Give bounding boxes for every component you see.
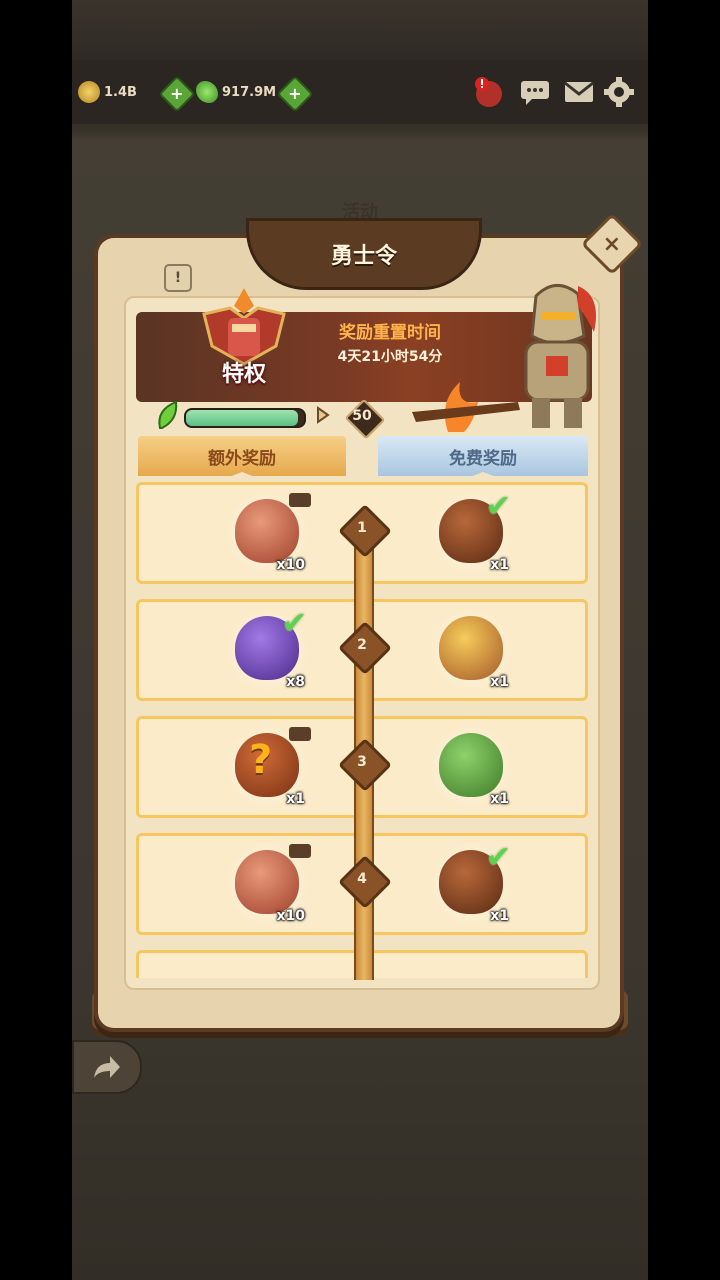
- gem-amount: 917.9M: [222, 84, 277, 100]
- level-node-number: 3: [357, 754, 367, 770]
- gold-sack-icon: [439, 616, 503, 680]
- back-arrow-icon: [94, 1056, 120, 1078]
- reward-quantity: x1: [286, 791, 305, 807]
- extra-reward-item[interactable]: x10: [225, 842, 311, 926]
- question-mark-icon: ?: [249, 737, 273, 783]
- reward-quantity: x1: [490, 908, 509, 924]
- video-ad-icon: [289, 727, 311, 741]
- extra-reward-item[interactable]: ? x1: [225, 725, 311, 809]
- reward-quantity: x8: [286, 674, 305, 690]
- settings-button[interactable]: [602, 76, 636, 108]
- reward-quantity: x10: [276, 908, 305, 924]
- gold-resource: 1.4B: [78, 79, 137, 105]
- level-number: 50: [352, 408, 372, 424]
- scroll-sack-icon: [235, 499, 299, 563]
- reward-quantity: x1: [490, 791, 509, 807]
- fire-crossbow: [408, 372, 528, 438]
- claimed-check-icon: ✔: [485, 840, 511, 875]
- reward-quantity: x10: [276, 557, 305, 573]
- panel-title-tab: 勇士令: [246, 218, 482, 290]
- chat-button[interactable]: [518, 76, 552, 108]
- back-button[interactable]: [72, 1040, 142, 1094]
- leaf-gem-icon: [196, 81, 218, 103]
- panel-title: 勇士令: [330, 244, 397, 269]
- free-reward-item[interactable]: ✔ x1: [429, 489, 513, 575]
- plus-icon: +: [170, 84, 184, 103]
- gold-coin-icon: [78, 81, 100, 103]
- extra-reward-item[interactable]: x10: [225, 491, 311, 575]
- flame-weapon-icon: [412, 382, 520, 432]
- tab-extra-rewards[interactable]: 额外奖励: [138, 436, 346, 476]
- extra-reward-item[interactable]: ✔ x8: [225, 606, 309, 692]
- info-icon: !: [174, 270, 182, 286]
- tab-extra-label: 额外奖励: [208, 448, 276, 469]
- gear-icon: [604, 77, 634, 107]
- level-progress-fill: [186, 410, 299, 426]
- video-ad-icon: [289, 844, 311, 858]
- tab-free-label: 免费奖励: [449, 448, 517, 469]
- gold-amount: 1.4B: [104, 84, 137, 100]
- level-node-number: 2: [357, 637, 367, 653]
- reward-quantity: x1: [490, 674, 509, 690]
- hero-avatar-button[interactable]: [472, 76, 506, 108]
- hero-alert-icon: [475, 77, 502, 107]
- scroll-sack-icon: [235, 850, 299, 914]
- mail-icon: [564, 81, 594, 102]
- reset-countdown: 4天21小时54分: [337, 349, 443, 365]
- info-button[interactable]: !: [164, 264, 192, 292]
- energy-icon-wrap: [154, 400, 180, 430]
- green-gem-sack-icon: [439, 733, 503, 797]
- free-reward-item[interactable]: ✔ x1: [429, 840, 513, 926]
- energy-leaf-icon: [158, 400, 178, 429]
- chat-icon: [521, 81, 549, 105]
- claimed-check-icon: ✔: [485, 489, 511, 524]
- reset-time-title: 奖励重置时间: [339, 323, 441, 343]
- mail-button[interactable]: [562, 76, 596, 108]
- gem-resource: 917.9M: [196, 79, 276, 105]
- privilege-label: 特权: [221, 362, 266, 387]
- video-ad-icon: [289, 493, 311, 507]
- free-reward-item[interactable]: x1: [429, 608, 513, 692]
- close-icon: ×: [602, 231, 622, 257]
- level-node-number: 4: [357, 871, 367, 887]
- tab-free-rewards[interactable]: 免费奖励: [378, 436, 588, 476]
- claimed-check-icon: ✔: [281, 606, 307, 641]
- level-progress-bar: [184, 408, 306, 428]
- plus-icon: +: [288, 84, 302, 103]
- reward-quantity: x1: [490, 557, 509, 573]
- arrow-right-icon: [316, 406, 330, 424]
- free-reward-item[interactable]: x1: [429, 725, 513, 809]
- level-node-number: 1: [357, 520, 367, 536]
